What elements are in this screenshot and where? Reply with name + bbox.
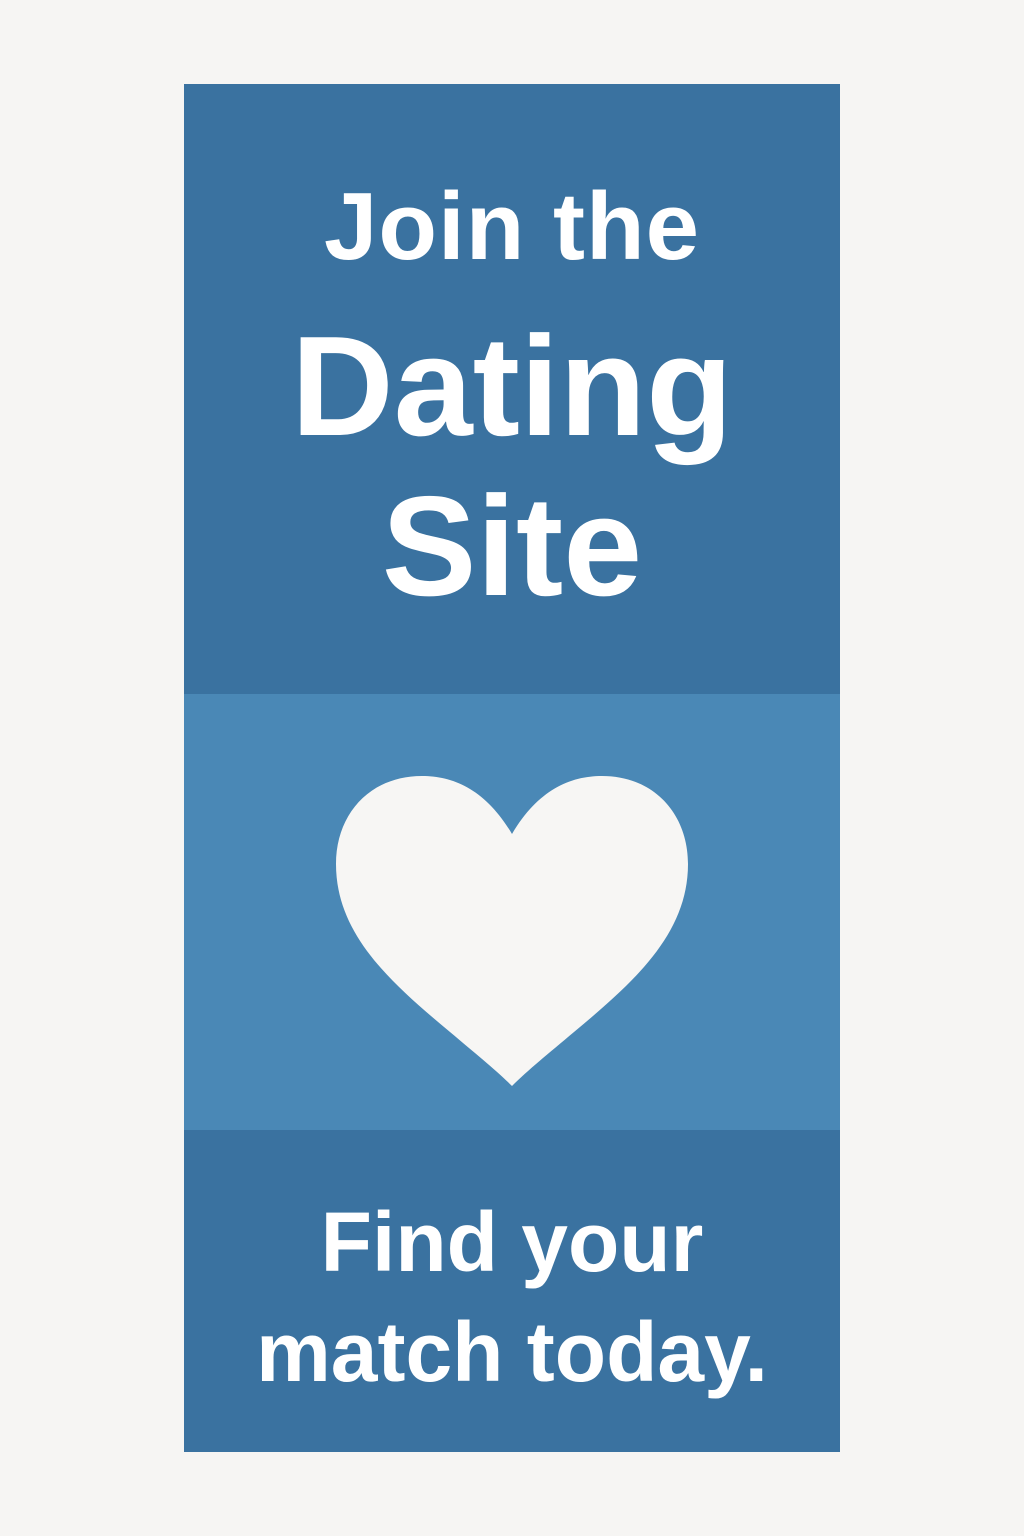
headline-panel: Join the Dating Site [184, 84, 840, 694]
heart-icon [336, 776, 688, 1086]
tagline-line-find-your: Find your [320, 1195, 704, 1289]
headline-line-join-the: Join the [323, 173, 700, 280]
tagline-panel: Find your match today. [184, 1130, 840, 1452]
headline-line-dating: Dating [291, 307, 733, 466]
tagline-line-match-today: match today. [256, 1305, 768, 1399]
headline-line-site: Site [381, 467, 643, 626]
dating-site-ad-banner[interactable]: Join the Dating Site Find your match tod… [184, 84, 840, 1452]
heart-panel [184, 694, 840, 1130]
